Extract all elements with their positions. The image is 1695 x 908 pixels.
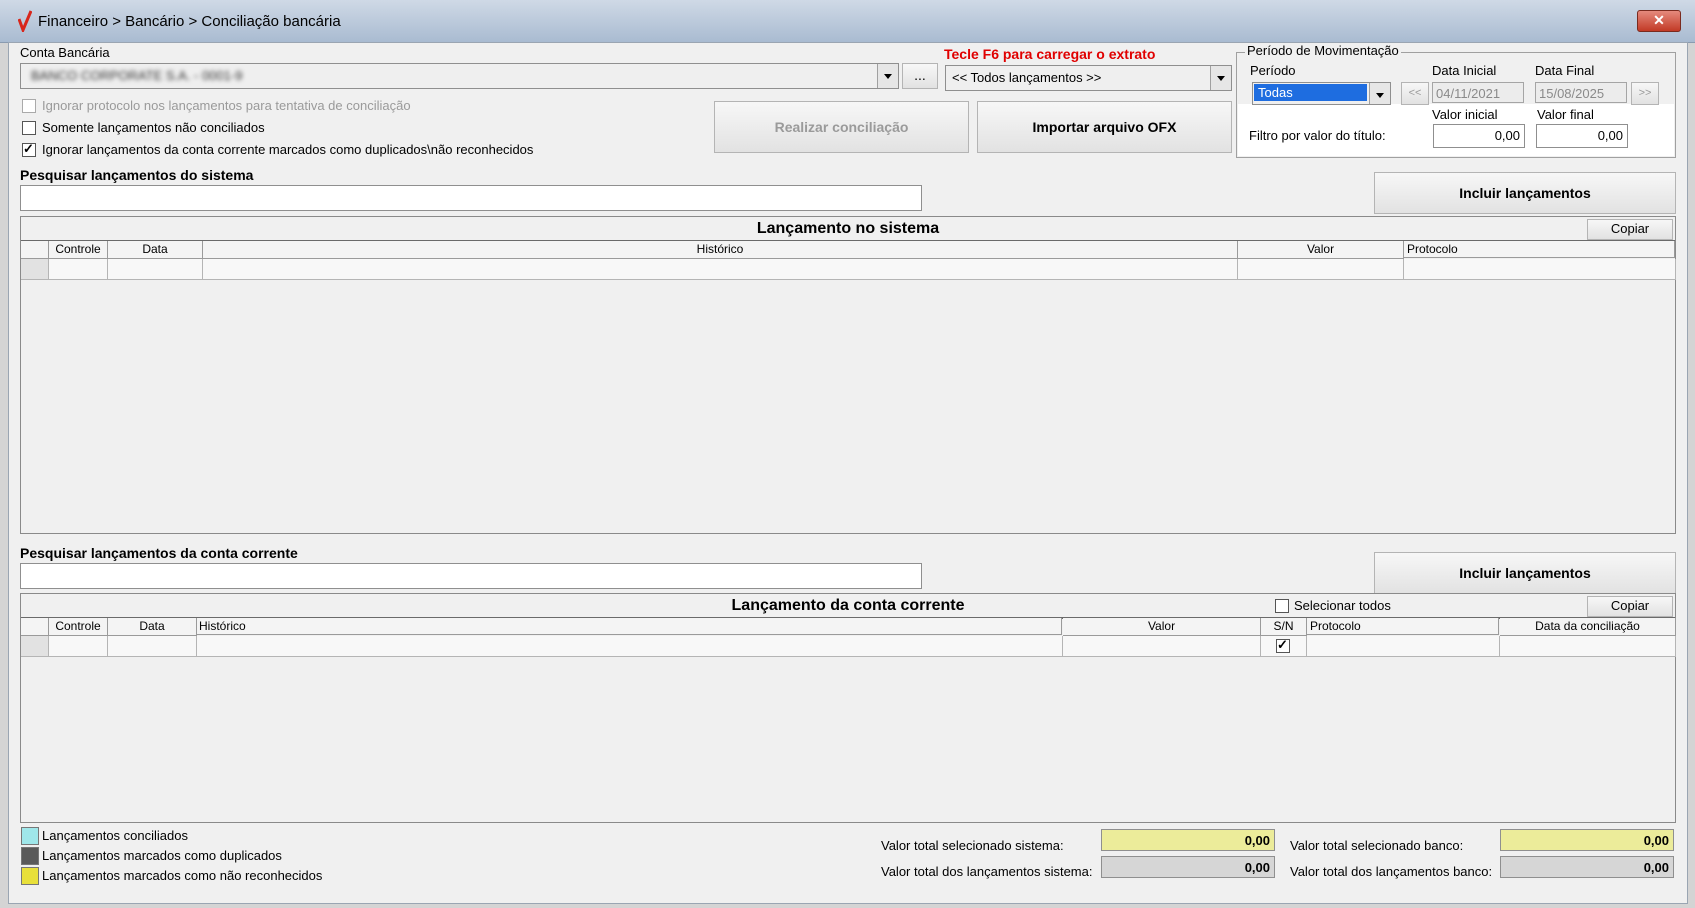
cell-sn[interactable] bbox=[1261, 636, 1307, 657]
ignorar-protocolo-checkbox[interactable] bbox=[22, 99, 36, 113]
legend-nao-reconhecidos-label: Lançamentos marcados como não reconhecid… bbox=[42, 868, 323, 883]
periodo-prev-button[interactable]: << bbox=[1401, 82, 1429, 105]
cell-controle[interactable] bbox=[49, 259, 108, 280]
col-data[interactable]: Data bbox=[108, 618, 197, 636]
importar-ofx-button[interactable]: Importar arquivo OFX bbox=[977, 101, 1232, 153]
col-valor[interactable]: Valor bbox=[1238, 241, 1404, 259]
legend-nao-reconhecidos-swatch bbox=[21, 867, 39, 885]
valor-final-label: Valor final bbox=[1537, 107, 1594, 122]
cell-controle[interactable] bbox=[49, 636, 108, 657]
sel-banco-value: 0,00 bbox=[1500, 829, 1674, 851]
cell-data[interactable] bbox=[108, 259, 203, 280]
data-final-label: Data Final bbox=[1535, 63, 1595, 78]
realizar-conciliacao-button[interactable]: Realizar conciliação bbox=[714, 101, 969, 153]
valor-final-input[interactable]: 0,00 bbox=[1536, 124, 1628, 148]
incluir-sistema-button[interactable]: Incluir lançamentos bbox=[1374, 172, 1676, 214]
valor-inicial-label: Valor inicial bbox=[1432, 107, 1498, 122]
f6-hint: Tecle F6 para carregar o extrato bbox=[944, 46, 1156, 62]
conta-grid-title: Lançamento da conta corrente bbox=[21, 595, 1675, 619]
legend-conciliados-label: Lançamentos conciliados bbox=[42, 828, 188, 843]
browse-conta-button[interactable]: ... bbox=[902, 63, 938, 89]
close-button[interactable]: ✕ bbox=[1637, 10, 1681, 32]
tot-sistema-value: 0,00 bbox=[1101, 856, 1275, 878]
tot-banco-value: 0,00 bbox=[1500, 856, 1674, 878]
cell-data-conciliacao[interactable] bbox=[1500, 636, 1676, 657]
cell-historico[interactable] bbox=[203, 259, 1238, 280]
title-bar: Financeiro > Bancário > Conciliação banc… bbox=[0, 0, 1695, 43]
sel-sistema-value: 0,00 bbox=[1101, 829, 1275, 851]
somente-nao-conciliados-label: Somente lançamentos não conciliados bbox=[42, 120, 265, 135]
col-protocolo[interactable]: Protocolo bbox=[1404, 241, 1675, 258]
col-historico[interactable]: Histórico bbox=[197, 618, 1062, 635]
periodo-value: Todas bbox=[1254, 84, 1367, 101]
tot-banco-label: Valor total dos lançamentos banco: bbox=[1290, 864, 1493, 879]
copiar-conta-button[interactable]: Copiar bbox=[1587, 596, 1673, 617]
col-controle[interactable]: Controle bbox=[49, 241, 108, 259]
cell-protocolo[interactable] bbox=[1307, 636, 1500, 657]
window-title: Financeiro > Bancário > Conciliação banc… bbox=[38, 13, 341, 30]
periodo-group-label: Período de Movimentação bbox=[1245, 43, 1401, 58]
legend-duplicados-label: Lançamentos marcados como duplicados bbox=[42, 848, 282, 863]
col-data[interactable]: Data bbox=[108, 241, 203, 259]
row-header-corner bbox=[21, 241, 49, 259]
cell-valor[interactable] bbox=[1238, 259, 1404, 280]
somente-nao-conciliados-checkbox[interactable] bbox=[22, 121, 36, 135]
periodo-label: Período bbox=[1250, 63, 1296, 78]
copiar-sistema-button[interactable]: Copiar bbox=[1587, 219, 1673, 240]
sel-banco-label: Valor total selecionado banco: bbox=[1290, 838, 1464, 853]
search-sistema-label: Pesquisar lançamentos do sistema bbox=[20, 167, 254, 183]
legend-conciliados-swatch bbox=[21, 827, 39, 845]
conta-value: BANCO CORPORATE S.A. - 0001-9 bbox=[31, 68, 243, 83]
periodo-select[interactable]: Todas bbox=[1252, 82, 1391, 105]
row-selector[interactable] bbox=[21, 636, 49, 657]
col-controle[interactable]: Controle bbox=[49, 618, 108, 636]
col-protocolo[interactable]: Protocolo bbox=[1307, 618, 1499, 635]
data-inicial-label: Data Inicial bbox=[1432, 63, 1497, 78]
search-sistema-input[interactable] bbox=[20, 185, 922, 211]
col-historico[interactable]: Histórico bbox=[203, 241, 1238, 259]
cell-valor[interactable] bbox=[1063, 636, 1261, 657]
row-header-corner bbox=[21, 618, 49, 636]
sistema-grid-title: Lançamento no sistema bbox=[21, 218, 1675, 242]
tot-sistema-label: Valor total dos lançamentos sistema: bbox=[881, 864, 1093, 879]
col-sn[interactable]: S/N bbox=[1261, 618, 1307, 636]
ignorar-duplicados-label: Ignorar lançamentos da conta corrente ma… bbox=[42, 142, 534, 157]
chevron-down-icon[interactable] bbox=[877, 64, 898, 88]
incluir-conta-button[interactable]: Incluir lançamentos bbox=[1374, 552, 1676, 594]
filtro-valor-label: Filtro por valor do título: bbox=[1249, 128, 1386, 143]
periodo-next-button[interactable]: >> bbox=[1631, 82, 1659, 105]
row-selector[interactable] bbox=[21, 259, 49, 280]
search-conta-input[interactable] bbox=[20, 563, 922, 589]
ignorar-protocolo-label: Ignorar protocolo nos lançamentos para t… bbox=[42, 98, 411, 113]
data-final-input[interactable]: 15/08/2025 bbox=[1535, 82, 1627, 103]
row-sn-checkbox[interactable] bbox=[1276, 637, 1290, 653]
col-data-conciliacao[interactable]: Data da conciliação bbox=[1500, 618, 1676, 636]
conta-select[interactable]: BANCO CORPORATE S.A. - 0001-9 bbox=[20, 63, 899, 89]
conta-label: Conta Bancária bbox=[20, 45, 110, 60]
ignorar-duplicados-checkbox[interactable] bbox=[22, 141, 36, 157]
sistema-grid: Lançamento no sistema Copiar Controle Da… bbox=[20, 216, 1676, 534]
conta-grid: Lançamento da conta corrente Selecionar … bbox=[20, 593, 1676, 823]
cell-historico[interactable] bbox=[197, 636, 1063, 657]
legend-duplicados-swatch bbox=[21, 847, 39, 865]
selecionar-todos-checkbox[interactable] bbox=[1275, 599, 1289, 613]
extrato-select[interactable]: << Todos lançamentos >> bbox=[945, 65, 1232, 91]
search-conta-label: Pesquisar lançamentos da conta corrente bbox=[20, 545, 298, 561]
col-valor[interactable]: Valor bbox=[1063, 618, 1261, 636]
selecionar-todos-label: Selecionar todos bbox=[1294, 598, 1391, 613]
chevron-down-icon[interactable] bbox=[1369, 83, 1390, 104]
data-inicial-input[interactable]: 04/11/2021 bbox=[1432, 82, 1524, 103]
app-logo-icon bbox=[18, 10, 32, 32]
cell-protocolo[interactable] bbox=[1404, 259, 1676, 280]
cell-data[interactable] bbox=[108, 636, 197, 657]
chevron-down-icon[interactable] bbox=[1210, 66, 1231, 90]
sel-sistema-label: Valor total selecionado sistema: bbox=[881, 838, 1064, 853]
extrato-value: << Todos lançamentos >> bbox=[952, 70, 1102, 85]
valor-inicial-input[interactable]: 0,00 bbox=[1433, 124, 1525, 148]
